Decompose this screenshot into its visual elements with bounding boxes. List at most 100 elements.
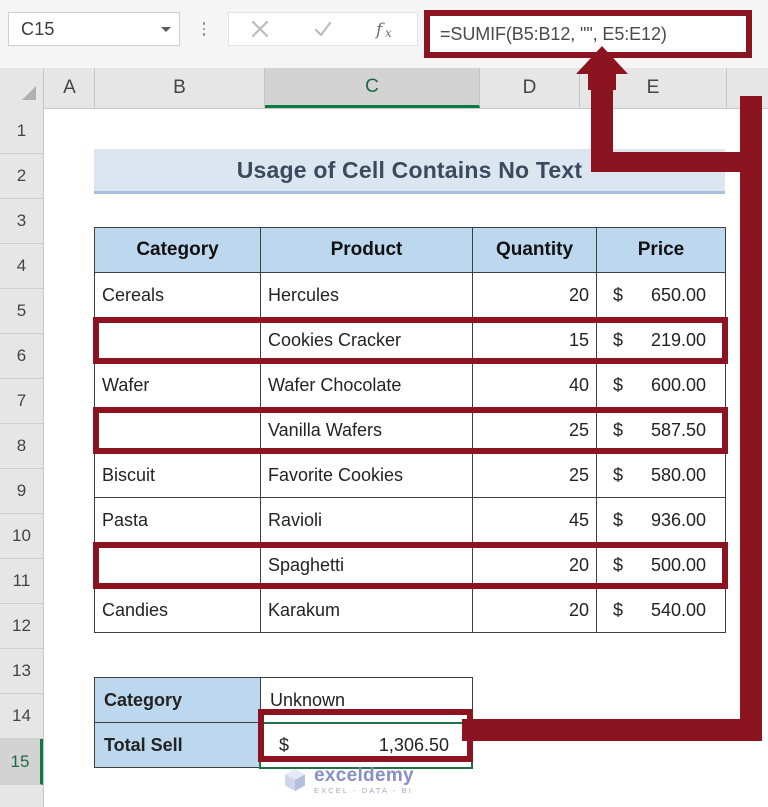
column-header-f[interactable]: [727, 68, 768, 108]
price-amount: 587.50: [650, 419, 706, 440]
summary-label-category: Category: [94, 677, 261, 723]
row-header-16[interactable]: [0, 785, 43, 807]
total-amount: 1,306.50: [378, 734, 449, 755]
row-header-6[interactable]: 6: [0, 334, 43, 379]
cell-category[interactable]: [94, 542, 261, 588]
row-header-5[interactable]: 5: [0, 289, 43, 334]
table-row[interactable]: Pasta Ravioli 45 $ 936.00: [94, 497, 726, 543]
table-row[interactable]: Cereals Hercules 20 $ 650.00: [94, 272, 726, 318]
row-header-2[interactable]: 2: [0, 154, 43, 199]
cell-quantity[interactable]: 20: [472, 272, 597, 318]
sheet-title-banner: Usage of Cell Contains No Text: [94, 149, 725, 194]
cell-category[interactable]: [94, 407, 261, 453]
cell-quantity[interactable]: 25: [472, 407, 597, 453]
cell-price[interactable]: $ 600.00: [596, 362, 726, 408]
table-row[interactable]: Spaghetti 20 $ 500.00: [94, 542, 726, 588]
price-amount: 580.00: [650, 464, 706, 485]
cell-quantity[interactable]: 45: [472, 497, 597, 543]
table-row[interactable]: Biscuit Favorite Cookies 25 $ 580.00: [94, 452, 726, 498]
cell-quantity[interactable]: 20: [472, 587, 597, 633]
summary-table: Category Unknown Total Sell $ 1,306.50: [94, 677, 473, 768]
row-header-11[interactable]: 11: [0, 559, 43, 604]
close-icon[interactable]: [234, 18, 286, 40]
row-header-12[interactable]: 12: [0, 604, 43, 649]
more-options-icon[interactable]: [198, 16, 210, 42]
worksheet-grid[interactable]: Usage of Cell Contains No Text Category …: [45, 109, 768, 807]
column-header-a[interactable]: A: [45, 68, 95, 108]
cell-category[interactable]: [94, 317, 261, 363]
cell-price[interactable]: $ 587.50: [596, 407, 726, 453]
currency-symbol: $: [613, 374, 624, 395]
cell-category[interactable]: Wafer: [94, 362, 261, 408]
fx-icon[interactable]: f x: [360, 18, 412, 40]
cell-quantity[interactable]: 25: [472, 452, 597, 498]
row-header-8[interactable]: 8: [0, 424, 43, 469]
column-header-c[interactable]: C: [265, 68, 480, 108]
column-header-row: A B C D E: [0, 68, 768, 109]
cell-price[interactable]: $ 540.00: [596, 587, 726, 633]
svg-text:f: f: [374, 20, 385, 40]
currency-symbol: $: [613, 329, 624, 350]
check-icon[interactable]: [297, 18, 349, 40]
price-amount: 219.00: [650, 329, 706, 350]
summary-row-total[interactable]: Total Sell $ 1,306.50: [94, 722, 473, 768]
cell-product[interactable]: Ravioli: [260, 497, 473, 543]
summary-value-category[interactable]: Unknown: [260, 677, 473, 723]
svg-text:x: x: [385, 26, 392, 40]
table-row[interactable]: Wafer Wafer Chocolate 40 $ 600.00: [94, 362, 726, 408]
data-table: Category Product Quantity Price Cereals …: [94, 227, 726, 633]
chevron-down-icon[interactable]: [153, 25, 179, 34]
table-row[interactable]: Vanilla Wafers 25 $ 587.50: [94, 407, 726, 453]
cell-quantity[interactable]: 15: [472, 317, 597, 363]
row-header-3[interactable]: 3: [0, 199, 43, 244]
page-title: Usage of Cell Contains No Text: [236, 156, 583, 183]
row-header-7[interactable]: 7: [0, 379, 43, 424]
cell-price[interactable]: $ 219.00: [596, 317, 726, 363]
cell-category[interactable]: Biscuit: [94, 452, 261, 498]
cell-category[interactable]: Pasta: [94, 497, 261, 543]
price-amount: 650.00: [650, 284, 706, 305]
column-header-b[interactable]: B: [95, 68, 265, 108]
table-header-row: Category Product Quantity Price: [94, 227, 726, 273]
row-header-10[interactable]: 10: [0, 514, 43, 559]
cell-product[interactable]: Spaghetti: [260, 542, 473, 588]
cell-price[interactable]: $ 500.00: [596, 542, 726, 588]
cell-product[interactable]: Wafer Chocolate: [260, 362, 473, 408]
formula-bar: C15 f x =SUMIF(B5:B12, "", E5:E12): [0, 0, 768, 69]
name-box-value: C15: [21, 18, 55, 39]
price-amount: 540.00: [650, 599, 706, 620]
row-header-1[interactable]: 1: [0, 108, 43, 154]
formula-action-group: f x: [228, 12, 418, 46]
cell-product[interactable]: Karakum: [260, 587, 473, 633]
currency-symbol: $: [613, 419, 624, 440]
row-header-14[interactable]: 14: [0, 694, 43, 739]
row-header-13[interactable]: 13: [0, 649, 43, 694]
cell-product[interactable]: Hercules: [260, 272, 473, 318]
column-header-price: Price: [596, 227, 726, 273]
cell-category[interactable]: Candies: [94, 587, 261, 633]
currency-symbol: $: [613, 464, 624, 485]
cell-price[interactable]: $ 936.00: [596, 497, 726, 543]
select-all-corner[interactable]: [0, 68, 44, 108]
formula-input-highlight: =SUMIF(B5:B12, "", E5:E12): [424, 10, 752, 58]
cell-category[interactable]: Cereals: [94, 272, 261, 318]
cell-quantity[interactable]: 20: [472, 542, 597, 588]
row-header-15[interactable]: 15: [0, 739, 43, 785]
row-header-4[interactable]: 4: [0, 244, 43, 289]
cell-product[interactable]: Favorite Cookies: [260, 452, 473, 498]
row-header-9[interactable]: 9: [0, 469, 43, 514]
column-header-e[interactable]: E: [580, 68, 727, 108]
cell-quantity[interactable]: 40: [472, 362, 597, 408]
currency-symbol: $: [613, 509, 624, 530]
table-row[interactable]: Candies Karakum 20 $ 540.00: [94, 587, 726, 633]
cell-product[interactable]: Cookies Cracker: [260, 317, 473, 363]
cell-price[interactable]: $ 650.00: [596, 272, 726, 318]
summary-row-category[interactable]: Category Unknown: [94, 677, 473, 723]
table-row[interactable]: Cookies Cracker 15 $ 219.00: [94, 317, 726, 363]
cell-price[interactable]: $ 580.00: [596, 452, 726, 498]
summary-value-total[interactable]: $ 1,306.50: [260, 722, 473, 768]
name-box[interactable]: C15: [8, 12, 180, 46]
cell-product[interactable]: Vanilla Wafers: [260, 407, 473, 453]
column-header-d[interactable]: D: [480, 68, 580, 108]
formula-input[interactable]: =SUMIF(B5:B12, "", E5:E12): [430, 16, 746, 52]
